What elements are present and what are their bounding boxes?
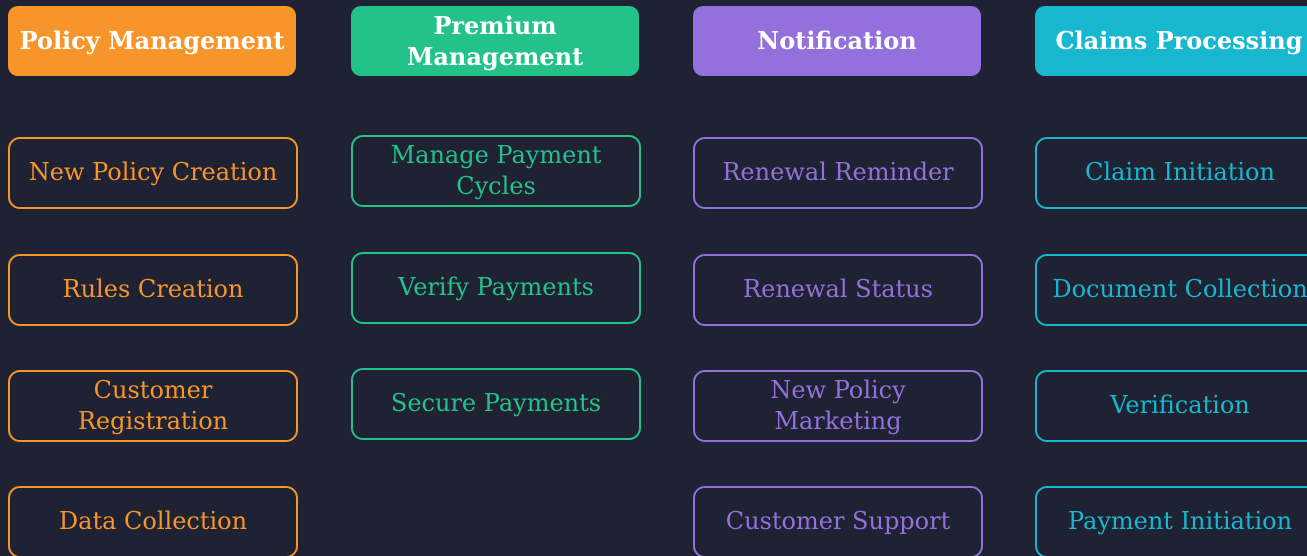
node-customer-registration[interactable]: Customer Registration — [8, 370, 298, 442]
header-policy-management: Policy Management — [8, 6, 296, 76]
header-claims-processing: Claims Processing — [1035, 6, 1307, 76]
node-verify-payments[interactable]: Verify Payments — [351, 252, 641, 324]
node-data-collection[interactable]: Data Collection — [8, 486, 298, 556]
header-premium-management: Premium Management — [351, 6, 639, 76]
node-verification[interactable]: Verification — [1035, 370, 1307, 442]
node-payment-initiation[interactable]: Payment Initiation — [1035, 486, 1307, 556]
node-renewal-status[interactable]: Renewal Status — [693, 254, 983, 326]
node-renewal-reminder[interactable]: Renewal Reminder — [693, 137, 983, 209]
node-document-collection[interactable]: Document Collection — [1035, 254, 1307, 326]
node-new-policy-creation[interactable]: New Policy Creation — [8, 137, 298, 209]
node-rules-creation[interactable]: Rules Creation — [8, 254, 298, 326]
node-new-policy-marketing[interactable]: New Policy Marketing — [693, 370, 983, 442]
node-claim-initiation[interactable]: Claim Initiation — [1035, 137, 1307, 209]
node-manage-payment-cycles[interactable]: Manage Payment Cycles — [351, 135, 641, 207]
node-customer-support[interactable]: Customer Support — [693, 486, 983, 556]
header-notification: Notification — [693, 6, 981, 76]
node-secure-payments[interactable]: Secure Payments — [351, 368, 641, 440]
